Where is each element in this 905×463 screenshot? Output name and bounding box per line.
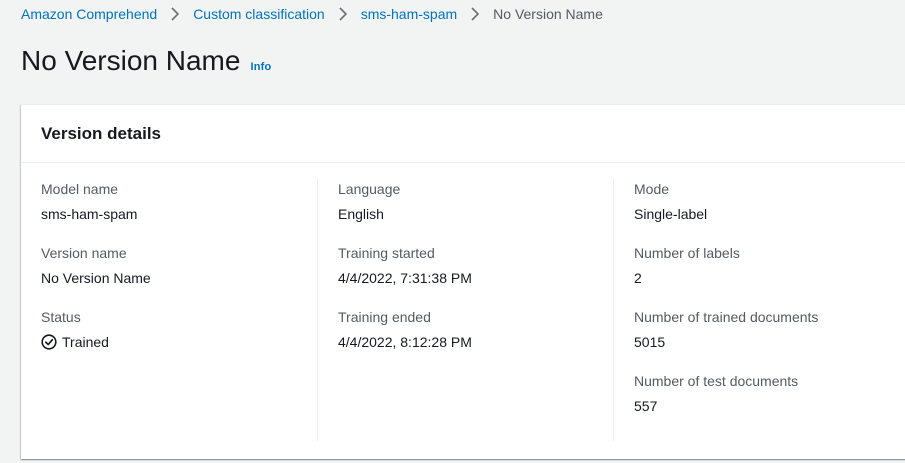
breadcrumb-custom-classification[interactable]: Custom classification bbox=[193, 0, 325, 28]
number-of-labels-value: 2 bbox=[634, 270, 642, 286]
language-label: Language bbox=[338, 181, 401, 197]
training-started-value: 4/4/2022, 7:31:38 PM bbox=[338, 270, 472, 286]
field-number-of-labels: Number of labels 2 bbox=[634, 243, 905, 288]
breadcrumb-current: No Version Name bbox=[493, 6, 603, 22]
details-columns: Model name sms-ham-spam Version name No … bbox=[21, 163, 905, 441]
training-started-label: Training started bbox=[338, 245, 435, 261]
field-status: Status Trained bbox=[41, 307, 317, 352]
number-of-trained-documents-label: Number of trained documents bbox=[634, 309, 819, 325]
info-link[interactable]: Info bbox=[250, 61, 271, 73]
version-name-label: Version name bbox=[41, 245, 127, 261]
number-of-test-documents-value: 557 bbox=[634, 398, 658, 414]
page-header: No Version Name Info bbox=[21, 43, 905, 83]
version-name-value: No Version Name bbox=[41, 270, 151, 286]
field-mode: Mode Single-label bbox=[634, 179, 905, 224]
status-text: Trained bbox=[62, 334, 109, 350]
breadcrumb: Amazon Comprehend Custom classification … bbox=[21, 0, 905, 28]
field-training-started: Training started 4/4/2022, 7:31:38 PM bbox=[338, 243, 613, 288]
breadcrumb-sms-ham-spam[interactable]: sms-ham-spam bbox=[361, 0, 457, 28]
status-label: Status bbox=[41, 309, 81, 325]
model-name-value: sms-ham-spam bbox=[41, 206, 138, 222]
status-value: Trained bbox=[41, 332, 317, 352]
version-details-panel: Version details Model name sms-ham-spam … bbox=[21, 104, 905, 459]
details-column-3: Mode Single-label Number of labels 2 Num… bbox=[613, 179, 905, 441]
training-ended-value: 4/4/2022, 8:12:28 PM bbox=[338, 334, 472, 350]
check-circle-icon bbox=[41, 334, 57, 350]
mode-label: Mode bbox=[634, 181, 670, 197]
language-value: English bbox=[338, 206, 384, 222]
page: Amazon Comprehend Custom classification … bbox=[0, 0, 905, 463]
number-of-test-documents-label: Number of test documents bbox=[634, 373, 799, 389]
field-model-name: Model name sms-ham-spam bbox=[41, 179, 317, 224]
panel-header: Version details bbox=[21, 105, 905, 163]
field-number-of-trained-documents: Number of trained documents 5015 bbox=[634, 307, 905, 352]
details-column-2: Language English Training started 4/4/20… bbox=[317, 179, 613, 441]
breadcrumb-amazon-comprehend[interactable]: Amazon Comprehend bbox=[21, 0, 157, 28]
chevron-right-icon bbox=[325, 0, 361, 28]
mode-value: Single-label bbox=[634, 206, 708, 222]
field-number-of-test-documents: Number of test documents 557 bbox=[634, 371, 905, 416]
field-version-name: Version name No Version Name bbox=[41, 243, 317, 288]
number-of-labels-label: Number of labels bbox=[634, 245, 740, 261]
chevron-right-icon bbox=[457, 0, 493, 28]
field-language: Language English bbox=[338, 179, 613, 224]
details-column-1: Model name sms-ham-spam Version name No … bbox=[21, 179, 317, 441]
field-training-ended: Training ended 4/4/2022, 8:12:28 PM bbox=[338, 307, 613, 352]
panel-title: Version details bbox=[41, 123, 161, 143]
training-ended-label: Training ended bbox=[338, 309, 431, 325]
model-name-label: Model name bbox=[41, 181, 119, 197]
page-title: No Version Name bbox=[21, 45, 241, 76]
chevron-right-icon bbox=[157, 0, 193, 28]
number-of-trained-documents-value: 5015 bbox=[634, 334, 666, 350]
